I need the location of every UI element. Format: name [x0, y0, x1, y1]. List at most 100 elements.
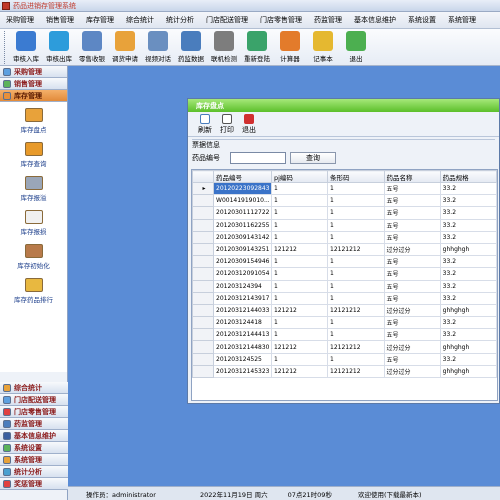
table-cell[interactable]: 过分过分	[383, 364, 441, 379]
row-header[interactable]	[192, 194, 215, 208]
nav-header-bottom-2[interactable]: 门店配送管理	[0, 394, 68, 406]
nav-item-6[interactable]: 库存药品排行	[0, 278, 67, 304]
table-cell[interactable]: ghhghgh	[439, 340, 497, 354]
refresh-button[interactable]: 刷新	[194, 114, 216, 135]
table-cell[interactable]: 1	[270, 352, 329, 366]
table-row[interactable]: 20120312091054 1 1 五号 33.2	[192, 267, 497, 281]
column-header-2[interactable]: pj编码	[270, 170, 329, 183]
table-row[interactable]: W00141919010... 1 1 五号 33.2	[192, 194, 497, 208]
table-row[interactable]: 20120312144033 121212 12121212 过分过分 ghhghgh	[192, 303, 497, 318]
table-cell[interactable]: ghhghgh	[439, 364, 497, 379]
table-cell[interactable]: 1	[327, 206, 385, 220]
menu-item-9[interactable]: 基本信息维护	[348, 15, 402, 25]
menu-item-8[interactable]: 药监管理	[308, 15, 348, 25]
row-header[interactable]	[192, 303, 215, 318]
table-cell[interactable]: 1	[327, 328, 385, 342]
table-cell[interactable]: 20120312091054	[213, 267, 272, 281]
table-cell[interactable]: 20120312144413	[213, 328, 272, 342]
row-header[interactable]	[192, 316, 215, 330]
column-header-4[interactable]: 药品名称	[383, 170, 441, 183]
table-row[interactable]: 20120301162255 1 1 五号 33.2	[192, 218, 497, 232]
toolbar-button-11[interactable]: 退出	[340, 29, 372, 64]
table-cell[interactable]: 20120309143142	[213, 230, 272, 244]
nav-header-top-2[interactable]: 销售管理	[0, 78, 67, 90]
table-cell[interactable]: 33.2	[439, 181, 497, 196]
menu-item-1[interactable]: 采购管理	[0, 15, 40, 25]
table-cell[interactable]: 1	[270, 267, 329, 281]
menu-item-5[interactable]: 统计分析	[160, 15, 200, 25]
table-cell[interactable]: 33.2	[439, 328, 497, 342]
table-cell[interactable]: 12121212	[327, 303, 385, 318]
table-cell[interactable]: 1	[270, 279, 329, 293]
table-cell[interactable]: 1	[270, 218, 329, 232]
table-cell[interactable]: 20120309143251	[213, 242, 272, 257]
table-cell[interactable]: 过分过分	[383, 340, 441, 354]
row-header[interactable]	[192, 291, 215, 305]
table-cell[interactable]: 33.2	[439, 267, 497, 281]
column-header-3[interactable]: 条形码	[327, 170, 385, 183]
toolbar-button-5[interactable]: 视频对话	[142, 29, 174, 64]
table-cell[interactable]: 33.2	[439, 316, 497, 330]
nav-item-1[interactable]: 库存盘点	[0, 108, 67, 134]
table-cell[interactable]: 33.2	[439, 230, 497, 244]
row-header[interactable]	[192, 206, 215, 220]
menu-item-11[interactable]: 系统管理	[442, 15, 482, 25]
nav-header-bottom-4[interactable]: 药监管理	[0, 418, 68, 430]
row-header[interactable]	[192, 364, 215, 379]
toolbar-button-1[interactable]: 审核入库	[10, 29, 42, 64]
toolbar-button-3[interactable]: 零售收银	[76, 29, 108, 64]
menu-item-7[interactable]: 门店零售管理	[254, 15, 308, 25]
table-cell[interactable]: 12121212	[327, 242, 385, 257]
table-cell[interactable]: 五号	[383, 181, 441, 196]
table-cell[interactable]: W00141919010...	[213, 194, 272, 208]
table-cell[interactable]: 33.2	[439, 218, 497, 232]
row-header[interactable]	[192, 218, 215, 232]
row-header[interactable]	[192, 255, 215, 269]
nav-item-3[interactable]: 库存报溢	[0, 176, 67, 202]
table-cell[interactable]: 五号	[383, 194, 441, 208]
table-cell[interactable]: 20120223092843	[213, 181, 272, 196]
table-cell[interactable]: 20120312144830	[213, 340, 272, 354]
table-cell[interactable]: 1	[270, 206, 329, 220]
table-cell[interactable]: 33.2	[439, 352, 497, 366]
toolbar-button-10[interactable]: 记事本	[307, 29, 339, 64]
table-row[interactable]: 20120309143142 1 1 五号 33.2	[192, 230, 497, 244]
toolbar-button-8[interactable]: 重新登陆	[241, 29, 273, 64]
table-cell[interactable]: 20120301162255	[213, 218, 272, 232]
table-cell[interactable]: 121212	[270, 242, 329, 257]
table-row[interactable]: 20120309154946 1 1 五号 33.2	[192, 255, 497, 269]
table-cell[interactable]: 1	[327, 194, 385, 208]
nav-item-5[interactable]: 库存初始化	[0, 244, 67, 270]
table-cell[interactable]: 五号	[383, 352, 441, 366]
table-cell[interactable]: 1	[270, 291, 329, 305]
toolbar-button-2[interactable]: 审核出库	[43, 29, 75, 64]
row-header[interactable]	[192, 340, 215, 354]
table-cell[interactable]: 121212	[270, 340, 329, 354]
table-row[interactable]: ▸ 20120223092843 1 1 五号 33.2	[192, 181, 497, 196]
nav-item-2[interactable]: 库存查询	[0, 142, 67, 168]
table-cell[interactable]: 12121212	[327, 364, 385, 379]
table-cell[interactable]: 1	[270, 328, 329, 342]
nav-header-bottom-6[interactable]: 系统设置	[0, 442, 68, 454]
table-cell[interactable]: 1	[327, 316, 385, 330]
table-cell[interactable]: ghhghgh	[439, 303, 497, 318]
nav-item-4[interactable]: 库存报损	[0, 210, 67, 236]
table-cell[interactable]: 五号	[383, 291, 441, 305]
table-cell[interactable]: 20120312143917	[213, 291, 272, 305]
table-row[interactable]: 20120301112722 1 1 五号 33.2	[192, 206, 497, 220]
table-cell[interactable]: 1	[327, 255, 385, 269]
table-cell[interactable]: 1	[327, 279, 385, 293]
table-cell[interactable]: 33.2	[439, 206, 497, 220]
table-cell[interactable]: 五号	[383, 279, 441, 293]
row-header[interactable]	[192, 242, 215, 257]
drug-code-input[interactable]	[230, 152, 286, 164]
menu-item-10[interactable]: 系统设置	[402, 15, 442, 25]
nav-header-bottom-8[interactable]: 统计分析	[0, 466, 68, 478]
table-cell[interactable]: 33.2	[439, 279, 497, 293]
exit-button[interactable]: 退出	[238, 114, 260, 135]
table-cell[interactable]: 1	[270, 230, 329, 244]
table-cell[interactable]: 1	[270, 316, 329, 330]
menu-item-3[interactable]: 库存管理	[80, 15, 120, 25]
menu-item-6[interactable]: 门店配送管理	[200, 15, 254, 25]
nav-header-bottom-1[interactable]: 综合统计	[0, 382, 68, 394]
